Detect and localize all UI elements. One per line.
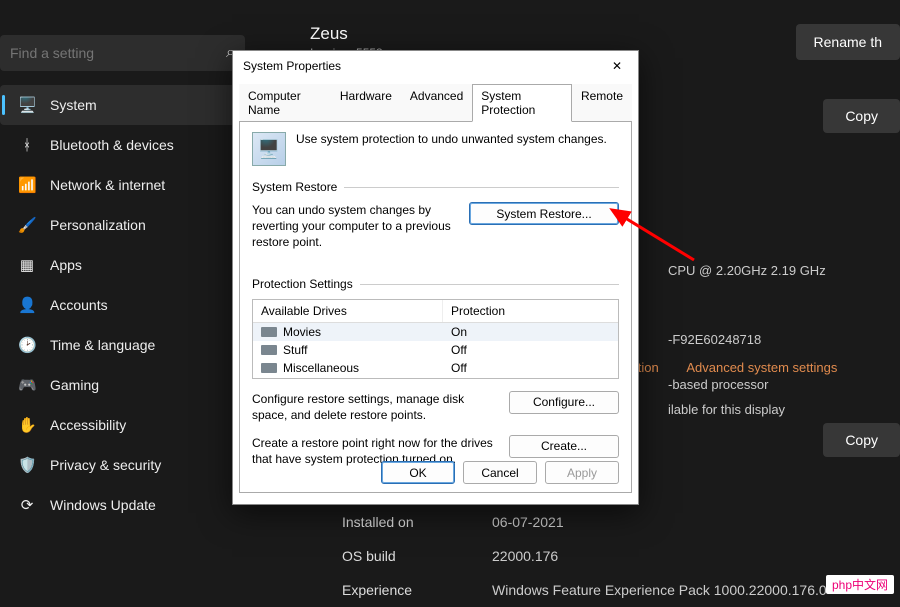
dialog-tabs: Computer NameHardwareAdvancedSystem Prot… bbox=[233, 83, 638, 121]
sidebar-item-network-internet[interactable]: 📶 Network & internet bbox=[0, 165, 245, 205]
close-icon[interactable]: ✕ bbox=[606, 57, 628, 75]
proc-fragment: -based processor bbox=[668, 377, 826, 402]
cpu-fragment: CPU @ 2.20GHz 2.19 GHz bbox=[668, 263, 826, 288]
create-button[interactable]: Create... bbox=[509, 435, 619, 458]
sidebar-icon: ▦ bbox=[18, 256, 36, 274]
spec-label: OS build bbox=[342, 548, 492, 564]
id-fragment: -F92E60248718 bbox=[668, 332, 826, 357]
copy-button-2[interactable]: Copy bbox=[823, 423, 900, 457]
ok-button[interactable]: OK bbox=[381, 461, 455, 484]
sidebar: 🖥️ System ᚼ Bluetooth & devices 📶 Network & i… bbox=[0, 85, 245, 525]
sidebar-item-time-language[interactable]: 🕑 Time & language bbox=[0, 325, 245, 365]
shield-monitor-icon: 🖥️ bbox=[252, 132, 286, 166]
tab-advanced[interactable]: Advanced bbox=[401, 84, 472, 122]
col-protection: Protection bbox=[443, 300, 618, 322]
tab-computer-name[interactable]: Computer Name bbox=[239, 84, 331, 122]
table-row[interactable]: MiscellaneousOff bbox=[253, 359, 618, 377]
table-row[interactable]: StuffOff bbox=[253, 341, 618, 359]
windows-specs: Installed on06-07-2021OS build22000.176E… bbox=[342, 505, 827, 607]
sidebar-icon: 📶 bbox=[18, 176, 36, 194]
dialog-footer: OK Cancel Apply bbox=[381, 461, 619, 484]
search-input-wrap[interactable]: ⌕ bbox=[0, 35, 245, 71]
search-input[interactable] bbox=[10, 45, 226, 61]
dialog-titlebar: System Properties ✕ bbox=[233, 51, 638, 81]
rename-button[interactable]: Rename th bbox=[796, 24, 900, 60]
sidebar-icon: ✋ bbox=[18, 416, 36, 434]
sidebar-item-accounts[interactable]: 👤 Accounts bbox=[0, 285, 245, 325]
sidebar-icon: 👤 bbox=[18, 296, 36, 314]
system-restore-button[interactable]: System Restore... bbox=[469, 202, 619, 225]
sidebar-icon: 🖥️ bbox=[18, 96, 36, 114]
drives-table[interactable]: Available Drives Protection MoviesOnStuf… bbox=[252, 299, 619, 379]
watermark: php中文网 bbox=[826, 575, 894, 594]
sidebar-icon: 🎮 bbox=[18, 376, 36, 394]
drive-icon bbox=[261, 345, 277, 355]
sidebar-icon: 🕑 bbox=[18, 336, 36, 354]
spec-label: Experience bbox=[342, 582, 492, 598]
sidebar-item-label: System bbox=[50, 97, 97, 113]
sidebar-item-label: Time & language bbox=[50, 337, 155, 353]
sidebar-item-label: Network & internet bbox=[50, 177, 165, 193]
sidebar-item-bluetooth-devices[interactable]: ᚼ Bluetooth & devices bbox=[0, 125, 245, 165]
sidebar-item-privacy-security[interactable]: 🛡️ Privacy & security bbox=[0, 445, 245, 485]
sidebar-icon: 🖌️ bbox=[18, 216, 36, 234]
sidebar-icon: 🛡️ bbox=[18, 456, 36, 474]
protection-settings-section: Protection Settings Available Drives Pro… bbox=[252, 277, 619, 468]
system-properties-dialog: System Properties ✕ Computer NameHardwar… bbox=[232, 50, 639, 505]
configure-button[interactable]: Configure... bbox=[509, 391, 619, 414]
cancel-button[interactable]: Cancel bbox=[463, 461, 537, 484]
sidebar-item-label: Accounts bbox=[50, 297, 108, 313]
configure-text: Configure restore settings, manage disk … bbox=[252, 391, 499, 423]
sidebar-icon: ⟳ bbox=[18, 496, 36, 514]
sidebar-item-label: Accessibility bbox=[50, 417, 126, 433]
sidebar-item-personalization[interactable]: 🖌️ Personalization bbox=[0, 205, 245, 245]
spec-row: Installed on06-07-2021 bbox=[342, 505, 827, 539]
sidebar-item-label: Windows Update bbox=[50, 497, 156, 513]
sidebar-item-system[interactable]: 🖥️ System bbox=[0, 85, 245, 125]
spec-value: Windows Feature Experience Pack 1000.220… bbox=[492, 582, 827, 598]
drive-icon bbox=[261, 327, 277, 337]
link-advanced-system-settings[interactable]: Advanced system settings bbox=[686, 360, 837, 375]
spec-value: 22000.176 bbox=[492, 548, 558, 564]
tab-system-protection[interactable]: System Protection bbox=[472, 84, 572, 122]
sidebar-item-accessibility[interactable]: ✋ Accessibility bbox=[0, 405, 245, 445]
sidebar-item-label: Gaming bbox=[50, 377, 99, 393]
table-header: Available Drives Protection bbox=[253, 300, 618, 323]
table-row[interactable]: MoviesOn bbox=[253, 323, 618, 341]
sidebar-item-windows-update[interactable]: ⟳ Windows Update bbox=[0, 485, 245, 525]
sidebar-item-label: Apps bbox=[50, 257, 82, 273]
legend-protection: Protection Settings bbox=[252, 277, 619, 291]
spec-row: OS build22000.176 bbox=[342, 539, 827, 573]
device-name: Zeus bbox=[310, 24, 383, 44]
sidebar-item-label: Bluetooth & devices bbox=[50, 137, 174, 153]
restore-text: You can undo system changes by reverting… bbox=[252, 202, 459, 251]
dialog-title: System Properties bbox=[243, 59, 341, 73]
intro-row: 🖥️ Use system protection to undo unwante… bbox=[252, 132, 619, 166]
partial-specs: CPU @ 2.20GHz 2.19 GHz -F92E60248718 -ba… bbox=[668, 263, 826, 427]
sidebar-item-label: Personalization bbox=[50, 217, 146, 233]
apply-button[interactable]: Apply bbox=[545, 461, 619, 484]
intro-text: Use system protection to undo unwanted s… bbox=[296, 132, 607, 146]
sidebar-icon: ᚼ bbox=[18, 137, 36, 154]
drive-icon bbox=[261, 363, 277, 373]
sidebar-item-gaming[interactable]: 🎮 Gaming bbox=[0, 365, 245, 405]
tab-remote[interactable]: Remote bbox=[572, 84, 632, 122]
spec-value: 06-07-2021 bbox=[492, 514, 564, 530]
tab-body: 🖥️ Use system protection to undo unwante… bbox=[239, 121, 632, 493]
col-drives: Available Drives bbox=[253, 300, 443, 322]
system-restore-section: System Restore You can undo system chang… bbox=[252, 180, 619, 251]
sidebar-item-label: Privacy & security bbox=[50, 457, 161, 473]
spec-label: Installed on bbox=[342, 514, 492, 530]
copy-button-1[interactable]: Copy bbox=[823, 99, 900, 133]
sidebar-item-apps[interactable]: ▦ Apps bbox=[0, 245, 245, 285]
legend-restore: System Restore bbox=[252, 180, 619, 194]
disp-fragment: ilable for this display bbox=[668, 402, 826, 427]
spec-row: ExperienceWindows Feature Experience Pac… bbox=[342, 573, 827, 607]
tab-hardware[interactable]: Hardware bbox=[331, 84, 401, 122]
